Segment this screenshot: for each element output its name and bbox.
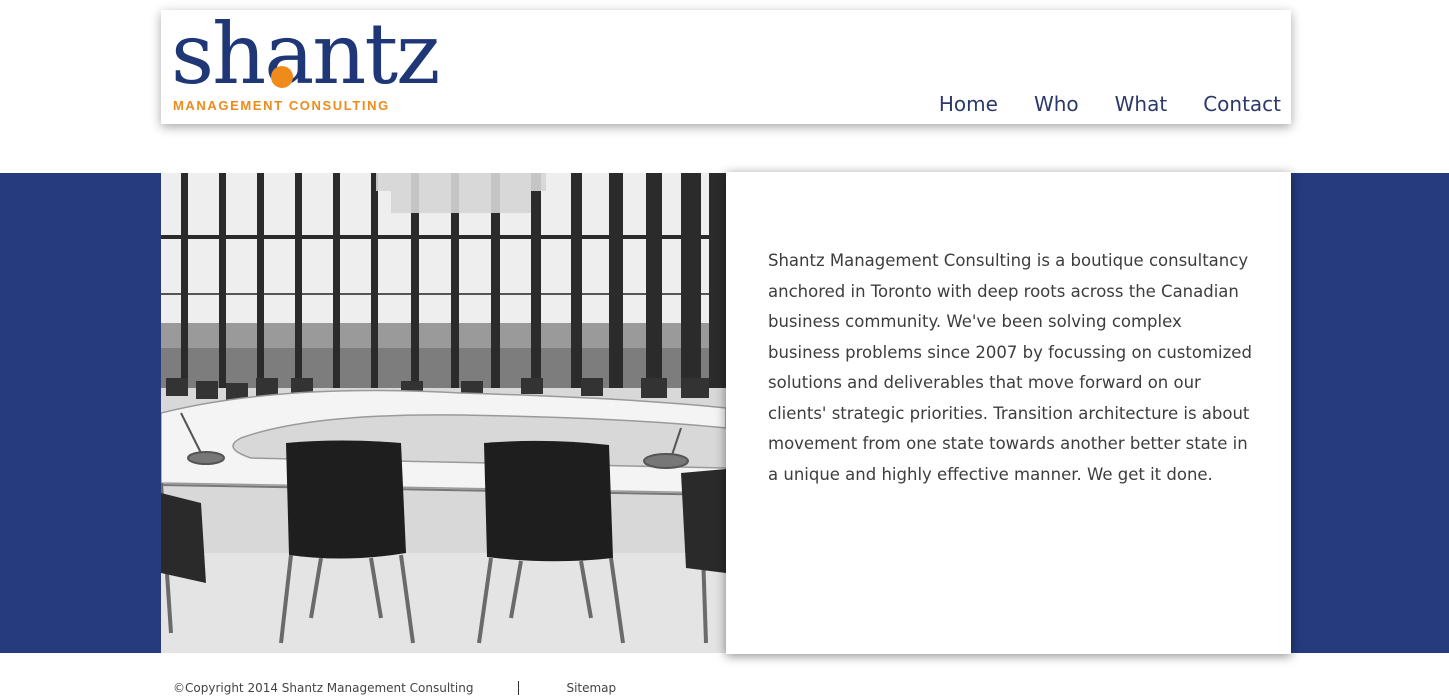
nav-contact-link[interactable]: Contact [1203, 92, 1281, 116]
sitemap-link[interactable]: Sitemap [566, 681, 616, 695]
conference-room-image [161, 173, 726, 653]
logo-subtitle: Management Consulting [173, 98, 390, 113]
nav-who-link[interactable]: Who [1034, 92, 1079, 116]
page: shantz Management Consulting Home Who Wh… [0, 0, 1449, 696]
intro-text-card: Shantz Management Consulting is a boutiq… [726, 172, 1291, 654]
site-footer: ©Copyright 2014 Shantz Management Consul… [173, 681, 616, 695]
logo-wordmark: shantz [171, 5, 440, 103]
nav-home-link[interactable]: Home [939, 92, 998, 116]
site-header: shantz Management Consulting Home Who Wh… [161, 10, 1291, 124]
nav-what-link[interactable]: What [1115, 92, 1168, 116]
main-nav: Home Who What Contact [939, 92, 1281, 116]
intro-paragraph: Shantz Management Consulting is a boutiq… [768, 251, 1252, 484]
conference-room-photo [161, 173, 726, 653]
logo-orange-dot [271, 66, 293, 88]
footer-divider [518, 681, 520, 695]
shantz-logo[interactable]: shantz Management Consulting [171, 10, 441, 120]
copyright-text: ©Copyright 2014 Shantz Management Consul… [173, 681, 474, 695]
